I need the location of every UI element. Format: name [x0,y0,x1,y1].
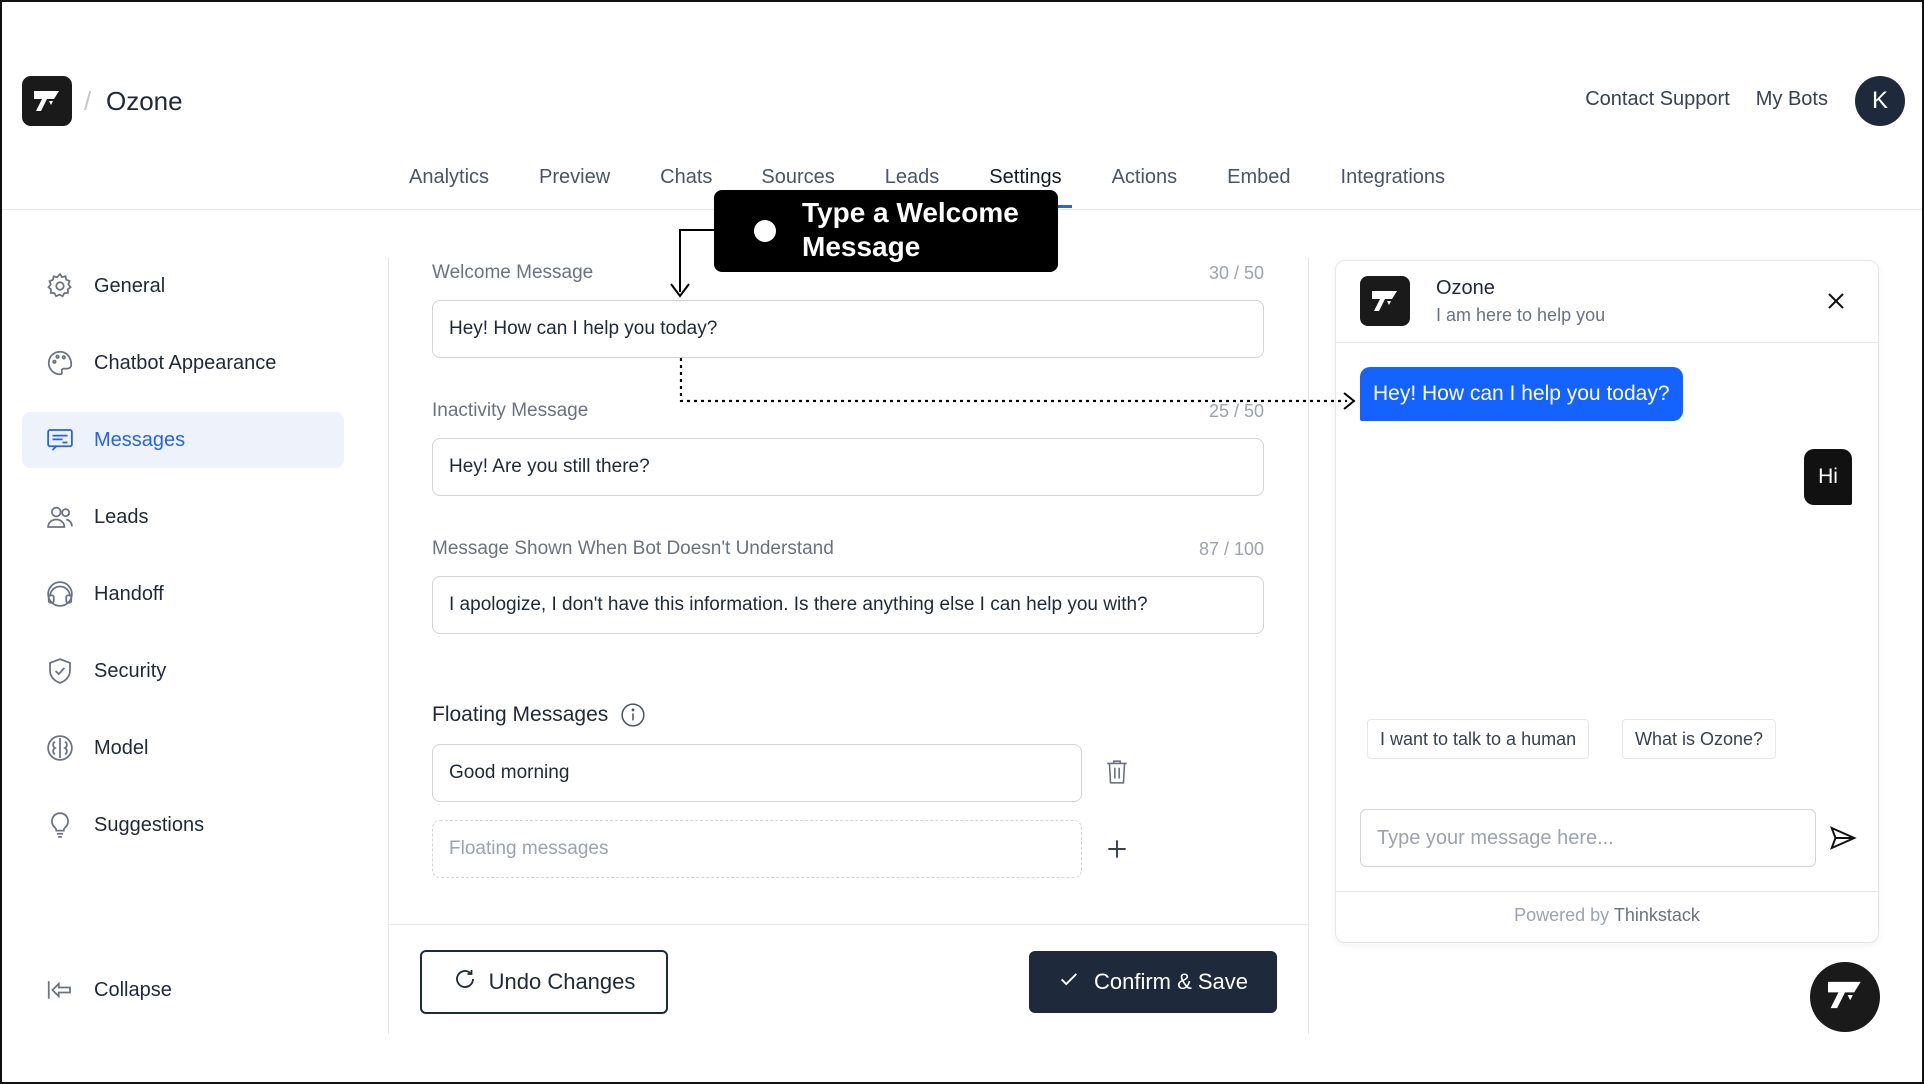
sidebar-item-chatbot-appearance[interactable]: Chatbot Appearance [22,335,344,391]
tooltip-dot [754,220,776,242]
palette-icon [44,347,76,379]
chat-bot-logo-icon [1360,276,1410,326]
powered-by-footer: Powered by Thinkstack [1336,905,1878,926]
bot-welcome-bubble: Hey! How can I help you today? [1360,367,1683,421]
tooltip-line-1: Type a Welcome [802,197,1019,228]
sidebar-item-label: Handoff [94,582,164,605]
welcome-message-label: Welcome Message [432,262,594,283]
user-message-bubble: Hi [1804,449,1852,505]
headset-icon [44,578,76,610]
suggestion-chip-human[interactable]: I want to talk to a human [1367,719,1590,759]
tab-actions[interactable]: Actions [1112,162,1178,208]
sidebar-item-leads[interactable]: Leads [22,489,344,545]
tab-preview[interactable]: Preview [539,162,610,208]
welcome-message-input[interactable]: Hey! How can I help you today? [432,300,1264,358]
thinkstack-logo-icon[interactable] [22,76,72,126]
chat-bot-name: Ozone [1436,277,1495,299]
welcome-message-counter: 30 / 50 [1208,262,1264,283]
send-icon[interactable] [1828,823,1858,853]
suggestion-chip-ozone[interactable]: What is Ozone? [1622,719,1777,759]
user-avatar[interactable]: K [1855,76,1905,126]
top-nav-links: Contact Support My Bots [1585,88,1828,111]
floating-message-input[interactable]: Good morning [432,744,1082,802]
refresh-icon [453,967,477,997]
contact-support-link[interactable]: Contact Support [1585,88,1730,111]
footer-divider [389,924,1309,925]
tab-integrations[interactable]: Integrations [1341,162,1446,208]
gear-icon [44,270,76,302]
collapse-arrow-icon [44,974,76,1006]
tab-embed[interactable]: Embed [1227,162,1290,208]
brain-icon [44,732,76,764]
confirm-save-button[interactable]: Confirm & Save [1029,951,1277,1013]
sidebar-item-suggestions[interactable]: Suggestions [22,797,344,853]
inactivity-message-counter: 25 / 50 [1208,400,1264,421]
undo-changes-label: Undo Changes [488,969,636,994]
breadcrumb-separator: / [84,86,92,116]
sidebar-item-label: General [94,274,166,297]
trash-icon[interactable] [1104,758,1130,786]
bot-name-title[interactable]: Ozone [106,86,183,117]
sidebar-item-general[interactable]: General [22,258,344,314]
users-icon [44,501,76,533]
plus-icon[interactable] [1104,836,1130,862]
tab-chats[interactable]: Chats [660,162,712,208]
powered-by-brand[interactable]: Thinkstack [1614,905,1700,925]
messages-icon [44,424,76,456]
chat-header: Ozone I am here to help you [1336,261,1878,343]
sidebar-item-handoff[interactable]: Handoff [22,566,344,622]
collapse-sidebar-button[interactable]: Collapse [44,974,172,1006]
floating-messages-heading: Floating Messages [432,702,646,728]
check-icon [1058,968,1080,996]
chat-bot-subtitle: I am here to help you [1436,305,1606,325]
fallback-message-input[interactable]: I apologize, I don't have this informati… [432,576,1264,634]
confirm-save-label: Confirm & Save [1093,969,1249,994]
settings-sidebar: General Chatbot Appearance Messages Lead… [22,258,344,874]
shield-icon [44,655,76,687]
welcome-message-group: Welcome Message 30 / 50 Hey! How can I h… [432,258,1264,358]
my-bots-link[interactable]: My Bots [1756,88,1828,111]
collapse-label: Collapse [94,978,172,1001]
tab-analytics[interactable]: Analytics [409,162,489,208]
preview-divider [1308,258,1309,1034]
welcome-message-tooltip: Type a Welcome Message [714,190,1058,272]
inactivity-message-input[interactable]: Hey! Are you still there? [432,438,1264,496]
sidebar-item-security[interactable]: Security [22,643,344,699]
sidebar-item-label: Leads [94,505,149,528]
fallback-message-group: Message Shown When Bot Doesn't Understan… [432,534,1264,634]
chat-footer-divider [1336,891,1878,892]
fallback-message-label: Message Shown When Bot Doesn't Understan… [432,538,834,559]
sidebar-item-label: Security [94,659,167,682]
thinkstack-launcher-icon [1825,978,1865,1017]
info-icon[interactable] [620,702,646,728]
fallback-message-counter: 87 / 100 [1198,538,1264,559]
inactivity-message-label: Inactivity Message [432,400,589,421]
chat-message-input[interactable]: Type your message here... [1360,809,1816,867]
floating-messages-title: Floating Messages [432,703,609,726]
sidebar-item-model[interactable]: Model [22,720,344,776]
sidebar-item-label: Messages [94,428,186,451]
chat-preview-widget: Ozone I am here to help you Hey! How can… [1335,260,1879,943]
sidebar-divider [388,258,389,1034]
sidebar-item-label: Chatbot Appearance [94,351,277,374]
powered-by-prefix: Powered by [1514,905,1610,925]
lightbulb-icon [44,809,76,841]
messages-form: Welcome Message 30 / 50 Hey! How can I h… [432,258,1264,672]
new-floating-message-input[interactable]: Floating messages [432,820,1082,878]
inactivity-message-group: Inactivity Message 25 / 50 Hey! Are you … [432,396,1264,496]
sidebar-item-label: Model [94,736,149,759]
chat-launcher-button[interactable] [1810,962,1880,1032]
tooltip-line-2: Message [802,231,921,262]
undo-changes-button[interactable]: Undo Changes [420,950,668,1014]
sidebar-item-messages[interactable]: Messages [22,412,344,468]
close-icon[interactable] [1824,289,1848,313]
sidebar-item-label: Suggestions [94,813,205,836]
